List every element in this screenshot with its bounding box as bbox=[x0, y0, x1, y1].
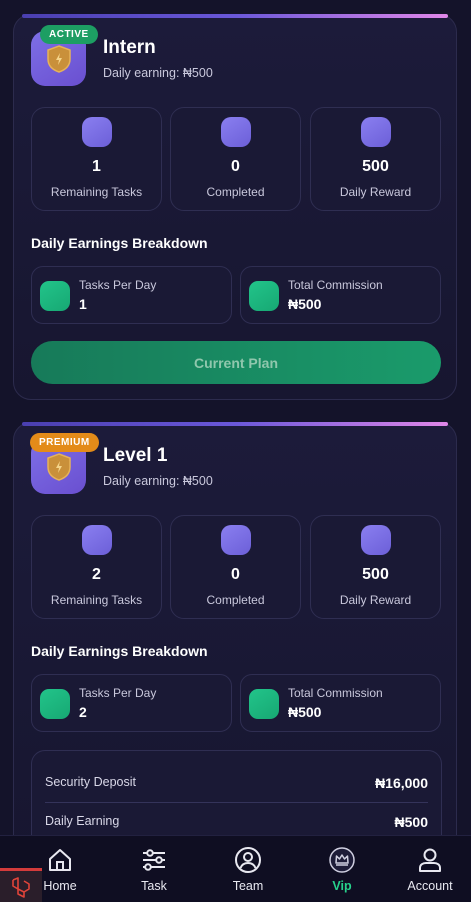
stat-completed: 0 Completed bbox=[170, 107, 301, 211]
nav-vip[interactable]: Vip bbox=[295, 836, 389, 902]
nav-label: Team bbox=[232, 879, 264, 893]
nav-label: Account bbox=[407, 879, 453, 893]
shield-icon bbox=[46, 44, 71, 73]
crown-icon bbox=[329, 847, 355, 873]
daily-earning-value: ₦500 bbox=[394, 814, 428, 830]
stat-value: 500 bbox=[362, 158, 389, 175]
security-deposit-value: ₦16,000 bbox=[375, 775, 428, 791]
stat-completed: 0 Completed bbox=[170, 515, 301, 619]
stat-remaining-tasks: 2 Remaining Tasks bbox=[31, 515, 162, 619]
security-deposit-label: Security Deposit bbox=[45, 775, 137, 789]
tasks-per-day-box: Tasks Per Day 2 bbox=[31, 674, 232, 732]
person-icon bbox=[419, 848, 441, 872]
security-deposit-row: Security Deposit ₦16,000 bbox=[45, 775, 428, 795]
user-circle-icon bbox=[235, 847, 261, 873]
stat-label: Completed bbox=[206, 593, 265, 607]
stat-label: Remaining Tasks bbox=[50, 593, 143, 607]
daily-earning-label: Daily Earning bbox=[45, 814, 120, 828]
stat-daily-reward: 500 Daily Reward bbox=[310, 107, 441, 211]
plan-details-box: Security Deposit ₦16,000 Daily Earning ₦… bbox=[31, 750, 442, 835]
breakdown-title: Daily Earnings Breakdown bbox=[31, 235, 208, 251]
stat-icon bbox=[81, 117, 112, 147]
logo-mark bbox=[12, 876, 30, 898]
plans-scroll-area[interactable]: ACTIVE Intern Daily earning: ₦500 1 Rema… bbox=[0, 0, 471, 835]
stat-icon bbox=[81, 525, 112, 555]
stat-daily-reward: 500 Daily Reward bbox=[310, 515, 441, 619]
stat-icon bbox=[360, 525, 391, 555]
total-commission-value: ₦500 bbox=[288, 704, 322, 720]
nav-label: Vip bbox=[332, 879, 352, 893]
sliders-icon bbox=[143, 849, 165, 871]
stat-icon bbox=[360, 117, 391, 147]
tasks-per-day-value: 2 bbox=[79, 704, 87, 720]
commission-icon bbox=[249, 281, 279, 311]
card-accent-bar bbox=[22, 422, 448, 426]
plan-title: Intern bbox=[103, 37, 156, 58]
tasks-per-day-value: 1 bbox=[79, 296, 87, 312]
shield-icon bbox=[46, 452, 71, 481]
total-commission-box: Total Commission ₦500 bbox=[240, 266, 441, 324]
stat-icon bbox=[220, 525, 251, 555]
total-commission-value: ₦500 bbox=[288, 296, 322, 312]
daily-earning-row: Daily Earning ₦500 bbox=[45, 814, 428, 834]
stat-label: Remaining Tasks bbox=[50, 185, 143, 199]
nav-team[interactable]: Team bbox=[201, 836, 295, 902]
divider bbox=[45, 802, 428, 803]
home-icon bbox=[49, 849, 71, 871]
stat-label: Daily Reward bbox=[339, 593, 412, 607]
stat-value: 0 bbox=[231, 566, 240, 583]
stat-remaining-tasks: 1 Remaining Tasks bbox=[31, 107, 162, 211]
stat-icon bbox=[220, 117, 251, 147]
tasks-icon bbox=[40, 281, 70, 311]
total-commission-label: Total Commission bbox=[288, 686, 383, 700]
plan-title: Level 1 bbox=[103, 445, 168, 466]
plan-card-level-1: PREMIUM Level 1 Daily earning: ₦500 2 Re… bbox=[13, 422, 457, 835]
stat-label: Completed bbox=[206, 185, 265, 199]
current-plan-button[interactable]: Current Plan bbox=[31, 341, 441, 384]
stat-value: 0 bbox=[231, 158, 240, 175]
total-commission-box: Total Commission ₦500 bbox=[240, 674, 441, 732]
bottom-nav: Home Task Team Vip Account bbox=[0, 835, 471, 902]
plan-daily-earning: Daily earning: ₦500 bbox=[103, 474, 213, 488]
plan-daily-earning: Daily earning: ₦500 bbox=[103, 66, 213, 80]
laravel-logo-icon bbox=[0, 868, 42, 902]
plan-card-intern: ACTIVE Intern Daily earning: ₦500 1 Rema… bbox=[13, 14, 457, 400]
card-accent-bar bbox=[22, 14, 448, 18]
tasks-per-day-box: Tasks Per Day 1 bbox=[31, 266, 232, 324]
status-badge: ACTIVE bbox=[40, 25, 98, 44]
stat-value: 2 bbox=[92, 566, 101, 583]
nav-task[interactable]: Task bbox=[107, 836, 201, 902]
premium-badge: PREMIUM bbox=[30, 433, 99, 452]
tasks-icon bbox=[40, 689, 70, 719]
breakdown-title: Daily Earnings Breakdown bbox=[31, 643, 208, 659]
tasks-per-day-label: Tasks Per Day bbox=[79, 686, 157, 700]
stat-label: Daily Reward bbox=[339, 185, 412, 199]
commission-icon bbox=[249, 689, 279, 719]
nav-label: Task bbox=[141, 879, 167, 893]
tasks-per-day-label: Tasks Per Day bbox=[79, 278, 157, 292]
stat-value: 1 bbox=[92, 158, 101, 175]
stat-value: 500 bbox=[362, 566, 389, 583]
nav-account[interactable]: Account bbox=[389, 836, 471, 902]
total-commission-label: Total Commission bbox=[288, 278, 383, 292]
